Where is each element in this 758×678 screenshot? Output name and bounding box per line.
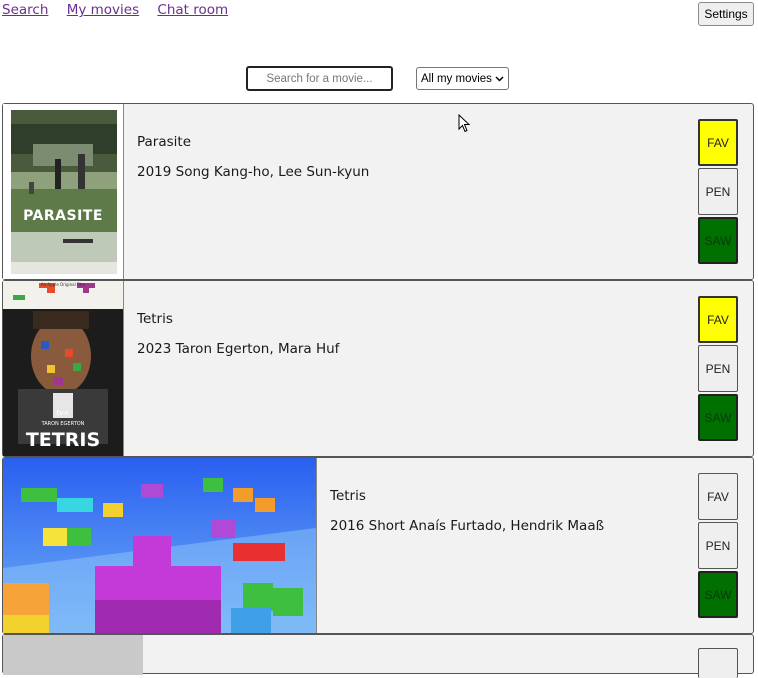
movie-poster: PARASITE xyxy=(3,104,124,279)
movie-row: An Apple Original Film tv+ TARON EGERTON… xyxy=(2,280,754,457)
saw-button[interactable]: SAW xyxy=(698,217,738,264)
pen-button[interactable]: PEN xyxy=(698,522,738,569)
movie-year-cast: 2019 Song Kang-ho, Lee Sun-kyun xyxy=(137,164,370,180)
poster-title-text: PARASITE xyxy=(23,208,103,224)
poster-tagline: An Apple Original Film xyxy=(40,282,86,287)
nav-link-search[interactable]: Search xyxy=(2,2,48,18)
movie-poster: An Apple Original Film tv+ TARON EGERTON… xyxy=(3,281,124,456)
poster-brand-text: tv+ xyxy=(56,409,70,417)
mouse-cursor-icon xyxy=(458,113,472,138)
chevron-down-icon xyxy=(495,74,504,84)
movie-title: Parasite xyxy=(137,134,192,150)
movie-title: Tetris xyxy=(330,488,366,504)
movie-year-cast: 2016 Short Anaís Furtado, Hendrik Maaß xyxy=(330,518,605,534)
movie-still-image xyxy=(3,458,317,633)
pen-button[interactable]: PEN xyxy=(698,345,738,392)
movie-list: PARASITE Parasite 2019 Song Kang-ho, Lee… xyxy=(2,103,754,678)
movie-poster xyxy=(3,635,143,675)
movie-row: PARASITE Parasite 2019 Song Kang-ho, Lee… xyxy=(2,103,754,280)
filter-selected-label: All my movies xyxy=(421,72,492,85)
movie-filter-select[interactable]: All my movies xyxy=(416,67,509,90)
nav-link-my-movies[interactable]: My movies xyxy=(67,2,139,18)
nav-link-chat-room[interactable]: Chat room xyxy=(157,2,228,18)
fav-button[interactable]: FAV xyxy=(698,119,738,166)
fav-button[interactable] xyxy=(698,648,738,678)
movie-row: Tetris 2016 Short Anaís Furtado, Hendrik… xyxy=(2,457,754,634)
fav-button[interactable]: FAV xyxy=(698,473,738,520)
movie-title: Tetris xyxy=(137,311,173,327)
poster-actor-text: TARON EGERTON xyxy=(41,421,85,427)
poster-title-text: TETRIS xyxy=(25,429,101,451)
movie-row xyxy=(2,634,754,678)
fav-button[interactable]: FAV xyxy=(698,296,738,343)
top-nav: Search My movies Chat room xyxy=(2,2,242,18)
pen-button[interactable]: PEN xyxy=(698,168,738,215)
movie-year-cast: 2023 Taron Egerton, Mara Huf xyxy=(137,341,340,357)
settings-button[interactable]: Settings xyxy=(698,2,754,26)
saw-button[interactable]: SAW xyxy=(698,394,738,441)
saw-button[interactable]: SAW xyxy=(698,571,738,618)
search-input[interactable] xyxy=(246,66,393,91)
